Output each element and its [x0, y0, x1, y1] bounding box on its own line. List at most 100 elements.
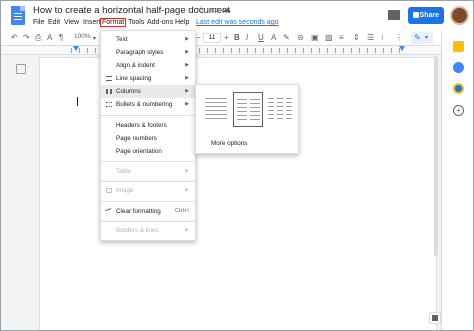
preset-line [268, 110, 274, 111]
keep-icon[interactable] [453, 41, 464, 52]
text-color-icon[interactable]: A [271, 33, 276, 43]
image-icon[interactable]: ▨ [325, 33, 333, 43]
menu-item-label: Image [116, 187, 134, 194]
menu-item-label: Page numbers [116, 135, 157, 142]
menu-file[interactable]: File [31, 18, 46, 27]
add-ons-plus-icon[interactable]: + [453, 105, 464, 116]
preset-line [268, 98, 274, 99]
italic-icon[interactable]: I [246, 33, 248, 43]
redo-icon[interactable]: ↷ [23, 33, 30, 43]
more-icon[interactable]: ⋮ [395, 33, 403, 43]
format-item-borders-lines: Borders & lines ▶ [101, 224, 195, 237]
star-icon[interactable]: ☆ [197, 4, 205, 15]
preset-line [277, 102, 283, 103]
preset-line [237, 103, 247, 104]
last-edit-link[interactable]: Last edit was seconds ago [196, 19, 279, 26]
menu-item-label: Page orientation [116, 148, 162, 155]
editing-mode-select[interactable]: ✎ ▾ [411, 32, 433, 44]
menu-help[interactable]: Help [173, 18, 191, 27]
menu-item-label: Bullets & numbering [116, 101, 173, 108]
preset-line [250, 99, 260, 100]
spellcheck-icon[interactable]: A [47, 33, 52, 43]
menu-separator [101, 221, 195, 222]
line-spacing-icon[interactable]: ⇕ [353, 33, 360, 43]
menu-tools[interactable]: Tools [126, 18, 146, 27]
left-indent-marker[interactable] [73, 46, 79, 51]
format-item-bullets-numbering[interactable]: Bullets & numbering ▶ [101, 98, 195, 111]
preset-line [250, 107, 260, 108]
menu-item-label: Borders & lines [116, 227, 159, 234]
submenu-arrow-icon: ▶ [185, 75, 189, 81]
submenu-arrow-icon: ▶ [185, 187, 189, 193]
right-indent-marker[interactable] [399, 46, 405, 51]
preset-line [237, 115, 247, 116]
move-folder-icon[interactable]: ▭ [210, 4, 219, 15]
format-item-columns[interactable]: Columns ▶ [101, 85, 195, 98]
preset-line [205, 114, 227, 115]
font-size-field[interactable]: 11 [203, 33, 221, 43]
paint-format-icon[interactable]: ¶ [59, 33, 63, 43]
submenu-arrow-icon: ▶ [185, 227, 189, 233]
menu-view[interactable]: View [62, 18, 81, 27]
link-icon[interactable]: ⊝ [297, 33, 304, 43]
format-item-page-numbers[interactable]: Page numbers [101, 132, 195, 145]
menu-item-label: Columns [116, 88, 141, 95]
underline-icon[interactable]: U [258, 33, 264, 43]
menu-item-label: Line spacing [116, 75, 152, 82]
preset-line [268, 114, 274, 115]
menu-item-label: Text [116, 36, 128, 43]
menu-item-label: Headers & footers [116, 122, 167, 129]
three-columns-preset[interactable] [265, 92, 295, 127]
calendar-icon[interactable] [453, 62, 464, 73]
ruler[interactable] [1, 46, 441, 55]
preset-line [250, 111, 260, 112]
decrease-font-icon[interactable]: − [196, 33, 201, 43]
menu-separator [101, 115, 195, 116]
document-outline-icon[interactable] [16, 64, 26, 74]
bold-icon[interactable]: B [234, 33, 240, 43]
align-icon[interactable]: ≡ [339, 33, 344, 43]
comments-icon[interactable] [388, 10, 400, 20]
increase-font-icon[interactable]: + [224, 33, 229, 43]
format-item-text[interactable]: Text ▶ [101, 33, 195, 46]
explore-button[interactable] [429, 312, 441, 324]
menu-addons[interactable]: Add-ons [145, 18, 175, 27]
menu-item-shortcut: Ctrl+\ [174, 208, 189, 214]
highlight-icon[interactable]: ✎ [283, 33, 290, 43]
app-window: How to create a horizontal half-page doc… [0, 0, 474, 331]
share-button[interactable]: Share [408, 7, 444, 24]
submenu-arrow-icon: ▶ [185, 101, 189, 107]
checklist-icon[interactable]: ☰ [367, 33, 374, 43]
preset-line [277, 106, 283, 107]
avatar[interactable] [450, 6, 469, 25]
format-item-headers-footers[interactable]: Headers & footers [101, 119, 195, 132]
menu-format[interactable]: Format [100, 18, 127, 27]
docs-logo-icon[interactable] [11, 6, 25, 25]
preset-line [277, 118, 283, 119]
share-label: Share [419, 12, 439, 19]
format-item-line-spacing[interactable]: Line spacing ▶ [101, 72, 195, 85]
submenu-arrow-icon: ▶ [185, 88, 189, 94]
format-item-page-orientation[interactable]: Page orientation [101, 145, 195, 158]
zoom-select[interactable]: 100% [74, 33, 91, 40]
tasks-icon[interactable] [453, 83, 464, 94]
preset-line [237, 99, 247, 100]
preset-line [205, 110, 227, 111]
comment-add-icon[interactable]: ▣ [311, 33, 319, 43]
bulleted-list-icon[interactable]: ⁝ [381, 33, 384, 43]
menu-item-label: Clear formatting [116, 208, 161, 215]
menu-edit[interactable]: Edit [46, 18, 62, 27]
print-icon[interactable]: ⎙ [35, 33, 41, 43]
undo-icon[interactable]: ↶ [11, 33, 18, 43]
menu-item-label: Align & indent [116, 62, 155, 69]
vertical-scrollbar[interactable] [434, 56, 438, 256]
one-column-preset[interactable] [201, 92, 231, 127]
submenu-arrow-icon: ▶ [185, 62, 189, 68]
two-columns-preset[interactable] [233, 92, 263, 127]
preset-line [286, 114, 292, 115]
more-options-item[interactable]: More options [211, 140, 247, 147]
format-item-align-indent[interactable]: Align & indent ▶ [101, 59, 195, 72]
format-item-paragraph-styles[interactable]: Paragraph styles ▶ [101, 46, 195, 59]
menu-separator [101, 201, 195, 202]
format-item-clear-formatting[interactable]: Clear formatting Ctrl+\ [101, 205, 195, 218]
